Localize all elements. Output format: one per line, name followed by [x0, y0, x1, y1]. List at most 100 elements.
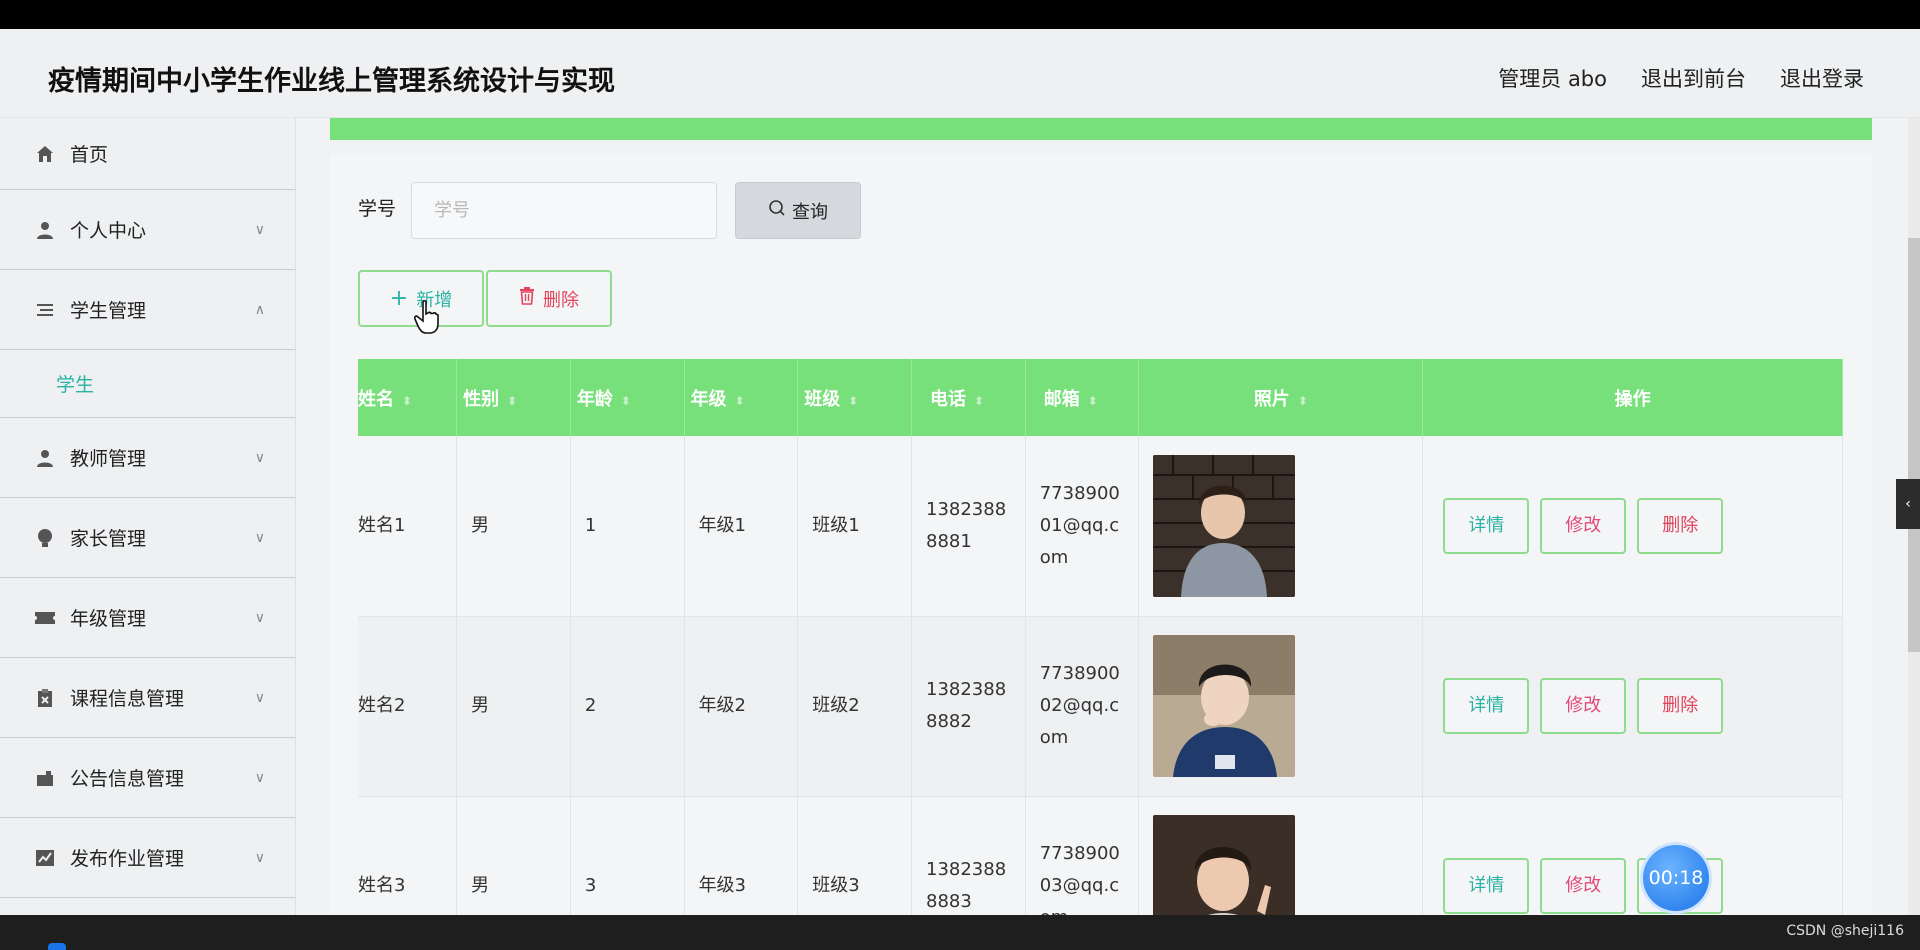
edit-button[interactable]: 修改: [1540, 858, 1627, 914]
sidebar-item-notice-management[interactable]: 公告信息管理 ∨: [0, 738, 295, 818]
top-header: 疫情期间中小学生作业线上管理系统设计与实现 管理员 abo 退出到前台 退出登录: [0, 29, 1920, 118]
user-icon: [34, 219, 56, 241]
cell-name: 姓名3: [358, 796, 458, 915]
logout-link[interactable]: 退出登录: [1780, 63, 1864, 93]
column-header-email[interactable]: 邮箱 ⬍: [1025, 359, 1140, 436]
chevron-down-icon: ∨: [254, 769, 265, 786]
bulb-icon: [34, 527, 56, 549]
table-row: 姓名2 男 2 年级2 班级2 13823888882 773890002@qq…: [358, 616, 1843, 797]
cell-email: 773890002@qq.com: [1025, 616, 1140, 797]
chevron-left-icon: ‹: [1905, 496, 1911, 512]
cell-phone: 13823888883: [911, 796, 1026, 915]
sidebar-item-personal-center[interactable]: 个人中心 ∨: [0, 190, 295, 270]
sidebar-item-label: 公告信息管理: [70, 768, 185, 790]
search-button[interactable]: 查询: [735, 182, 861, 239]
sidebar: 首页 个人中心 ∨ 学生管理 ∧ 学生 教师管理 ∨ 家长管理 ∨ 年级管理 ∨: [0, 118, 296, 915]
chevron-down-icon: ∨: [254, 689, 265, 706]
scrollbar-thumb[interactable]: [1908, 238, 1920, 652]
chart-icon: [34, 847, 56, 869]
cell-photo: [1138, 436, 1424, 617]
chevron-down-icon: ∨: [254, 529, 265, 546]
student-list-panel: 学号 查询 + 新增 删除 姓名⬍ 性别⬍ 年龄⬍: [330, 154, 1872, 915]
cell-actions: 详情 修改 删除: [1422, 796, 1843, 915]
column-header-name[interactable]: 姓名 ⬍: [358, 359, 458, 436]
briefcase-icon: [34, 767, 56, 789]
sidebar-item-student-management[interactable]: 学生管理 ∧: [0, 270, 295, 350]
sidebar-item-label: 家长管理: [70, 528, 147, 550]
cell-class: 班级1: [797, 436, 912, 617]
cell-age: 2: [570, 616, 685, 797]
edit-button[interactable]: 修改: [1540, 497, 1627, 554]
column-header-phone[interactable]: 电话 ⬍: [911, 359, 1026, 436]
clipboard-icon: [34, 687, 56, 709]
cell-phone: 13823888882: [911, 616, 1026, 797]
cell-name: 姓名2: [358, 616, 458, 797]
progress-indicator: [48, 943, 66, 950]
cell-age: 1: [570, 436, 685, 617]
student-photo[interactable]: [1153, 635, 1296, 777]
cell-grade: 年级3: [684, 796, 799, 915]
sidebar-item-homework-management[interactable]: 发布作业管理 ∨: [0, 818, 295, 898]
student-photo[interactable]: [1153, 454, 1296, 597]
watermark-text: CSDN @sheji116: [1786, 923, 1904, 939]
sidebar-item-label: 发布作业管理: [70, 848, 185, 870]
table-row: 姓名1 男 1 年级1 班级1 13823888881 773890001@qq…: [358, 436, 1843, 617]
chevron-down-icon: ∨: [254, 609, 265, 626]
collapse-toggle-button[interactable]: ‹: [1896, 479, 1920, 529]
admin-user-link[interactable]: 管理员 abo: [1498, 63, 1607, 93]
sidebar-item-label: 个人中心: [70, 220, 147, 242]
student-id-search-input[interactable]: [411, 182, 717, 239]
chevron-down-icon: ∨: [254, 849, 265, 866]
detail-button[interactable]: 详情: [1443, 858, 1530, 914]
cell-email: 773890001@qq.com: [1025, 436, 1140, 617]
delete-button[interactable]: 删除: [1637, 497, 1724, 554]
table-header-row: 姓名 ⬍ 性别 ⬍ 年龄 ⬍ 年级 ⬍ 班级 ⬍ 电话 ⬍ 邮箱 ⬍ 照片 ⬍ 操作: [358, 359, 1843, 436]
breadcrumb-bar: [330, 118, 1872, 140]
list-icon: [34, 299, 56, 321]
cell-gender: 男: [456, 436, 571, 617]
plus-icon: +: [389, 285, 409, 311]
cell-gender: 男: [456, 616, 571, 797]
edit-button[interactable]: 修改: [1540, 678, 1627, 734]
hand-cursor-icon: [414, 300, 439, 334]
cell-name: 姓名1: [358, 436, 458, 617]
cell-age: 3: [570, 796, 685, 915]
cell-email: 773890003@qq.com: [1025, 796, 1140, 915]
sidebar-item-parent-management[interactable]: 家长管理 ∨: [0, 498, 295, 578]
sidebar-item-grade-management[interactable]: 年级管理 ∨: [0, 578, 295, 658]
cell-actions: 详情 修改 删除: [1422, 616, 1843, 797]
sidebar-item-teacher-management[interactable]: 教师管理 ∨: [0, 418, 295, 498]
cell-class: 班级3: [797, 796, 912, 915]
sidebar-item-label: 首页: [70, 144, 109, 166]
detail-button[interactable]: 详情: [1443, 497, 1530, 554]
cell-class: 班级2: [797, 616, 912, 797]
sidebar-item-home[interactable]: 首页: [0, 118, 295, 190]
batch-delete-button[interactable]: 删除: [486, 270, 612, 327]
app-screen: 疫情期间中小学生作业线上管理系统设计与实现 管理员 abo 退出到前台 退出登录…: [0, 29, 1920, 915]
search-icon: [768, 199, 786, 222]
exit-to-frontend-link[interactable]: 退出到前台: [1641, 63, 1746, 93]
column-header-actions: 操作: [1422, 359, 1843, 436]
column-header-gender[interactable]: 性别 ⬍: [456, 359, 571, 436]
table-row: 姓名3 男 3 年级3 班级3 13823888883 773890003@qq…: [358, 796, 1843, 915]
column-header-age[interactable]: 年龄 ⬍: [570, 359, 685, 436]
cell-photo: [1138, 616, 1424, 797]
recording-timer-badge[interactable]: 00:18: [1643, 845, 1709, 911]
student-photo[interactable]: [1153, 815, 1296, 915]
chevron-down-icon: ∨: [254, 221, 265, 238]
cell-photo: [1138, 796, 1424, 915]
trash-icon: [519, 287, 535, 310]
sidebar-subitem-student[interactable]: 学生: [0, 350, 295, 418]
sidebar-item-label: 学生管理: [70, 300, 147, 322]
cell-phone: 13823888881: [911, 436, 1026, 617]
sidebar-item-course-management[interactable]: 课程信息管理 ∨: [0, 658, 295, 738]
home-icon: [34, 143, 56, 165]
chevron-up-icon: ∧: [254, 301, 265, 318]
column-header-photo[interactable]: 照片 ⬍: [1138, 359, 1424, 436]
chevron-down-icon: ∨: [254, 449, 265, 466]
search-label: 学号: [358, 198, 397, 220]
column-header-class[interactable]: 班级 ⬍: [797, 359, 912, 436]
column-header-grade[interactable]: 年级 ⬍: [684, 359, 799, 436]
detail-button[interactable]: 详情: [1443, 678, 1530, 734]
delete-button[interactable]: 删除: [1637, 678, 1724, 734]
